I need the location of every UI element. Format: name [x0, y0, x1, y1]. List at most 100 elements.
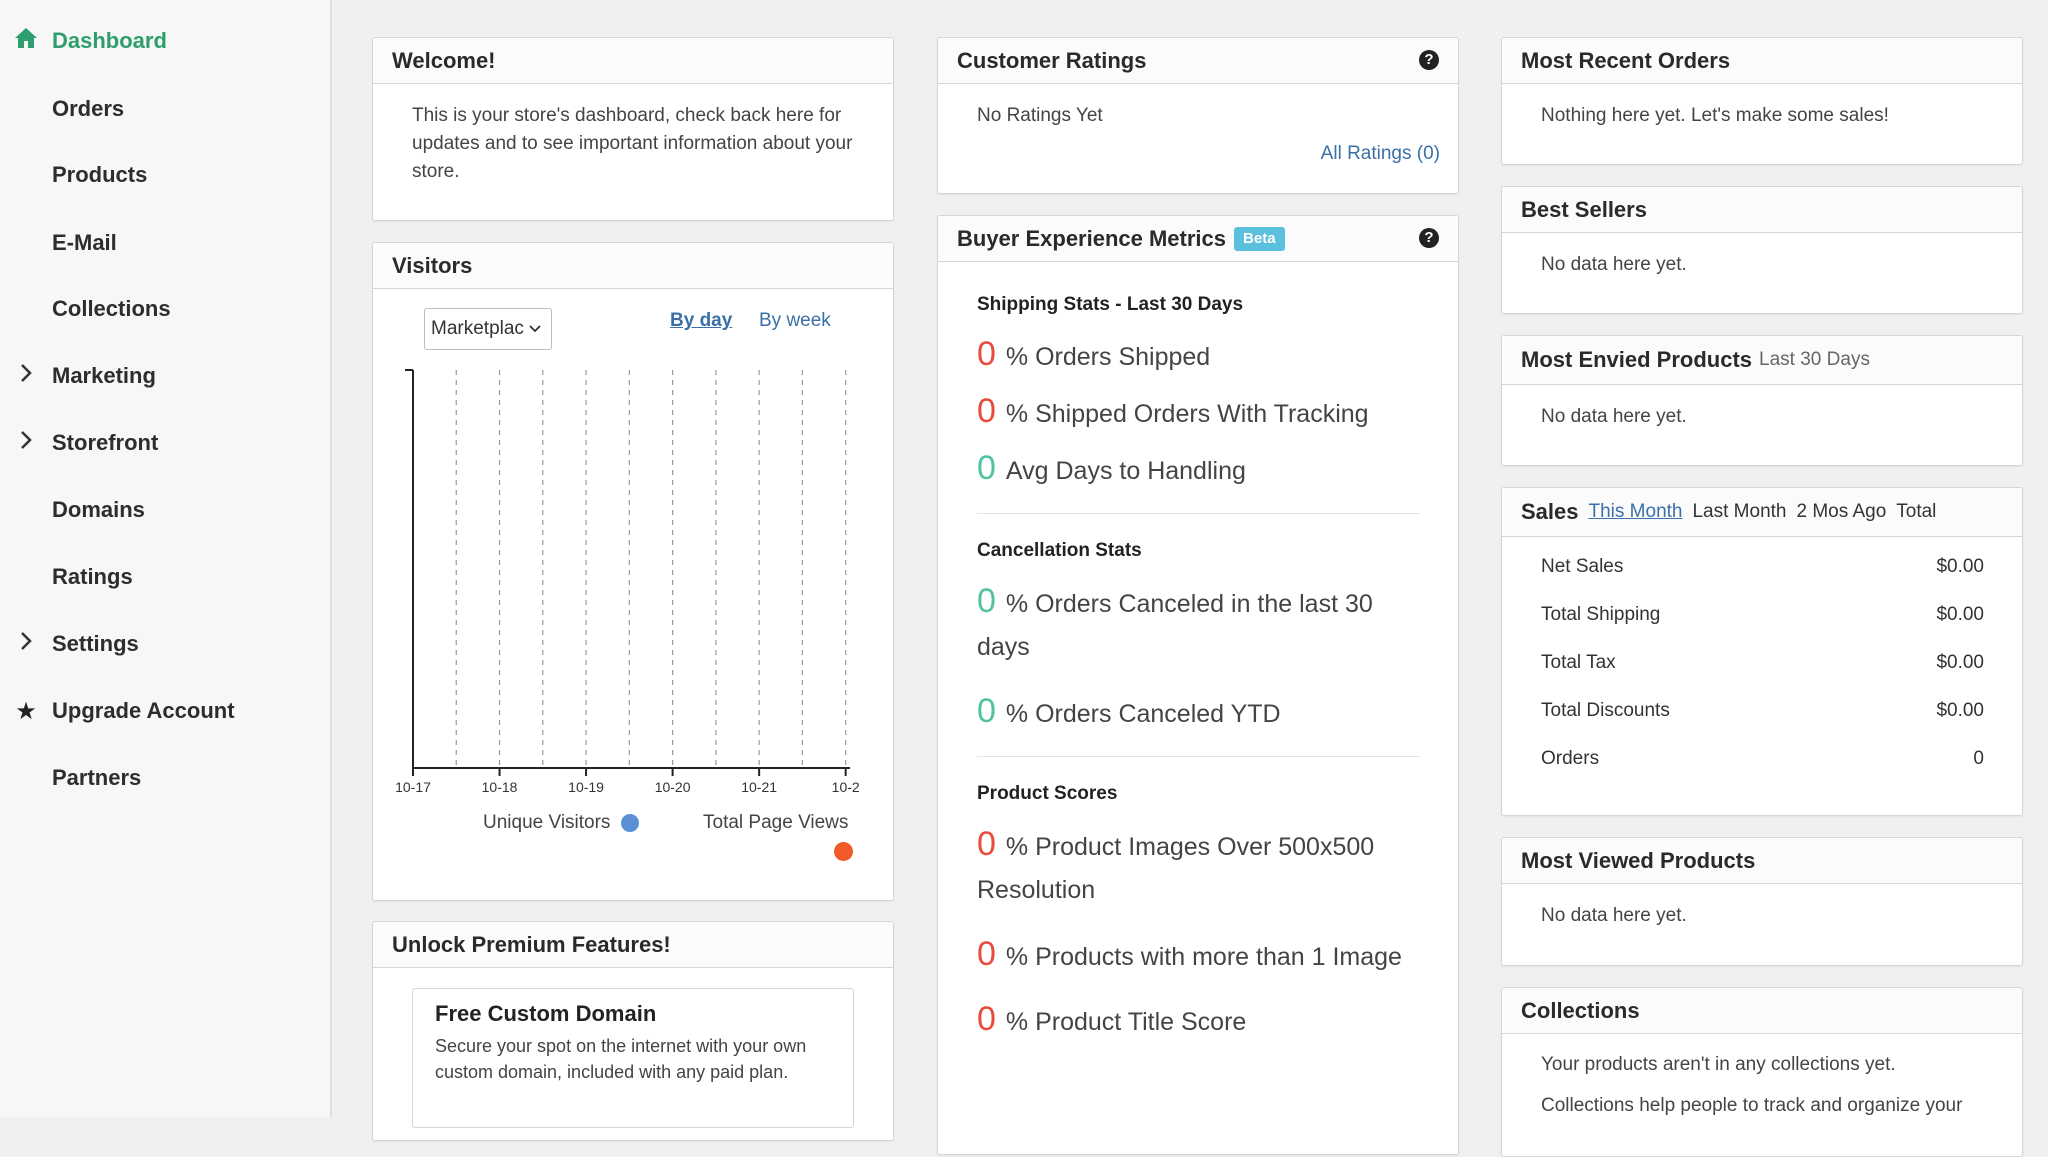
by-day-link[interactable]: By day: [670, 310, 732, 332]
sales-row-net-sales: Net Sales $0.00: [1541, 543, 1984, 591]
tab-this-month[interactable]: This Month: [1589, 501, 1683, 523]
sidebar-item-upgrade-account[interactable]: ★ Upgrade Account: [0, 686, 330, 736]
sidebar-item-products[interactable]: Products: [0, 150, 330, 200]
panel-title: Most Viewed Products: [1502, 838, 2022, 884]
metric-label: % Shipped Orders With Tracking: [1005, 400, 1369, 428]
sales-label: Total Shipping: [1541, 604, 1661, 625]
panel-header: Buyer Experience Metrics Beta ?: [938, 216, 1458, 262]
most-viewed-panel: Most Viewed Products No data here yet.: [1501, 837, 2023, 966]
marketplace-select[interactable]: Marketplac: [424, 308, 552, 350]
metric-label: Avg Days to Handling: [1005, 457, 1246, 485]
sidebar-item-label: Collections: [52, 296, 171, 321]
chart-x-tick-label: 10-21: [741, 779, 777, 795]
panel-subtitle: Last 30 Days: [1759, 349, 1870, 370]
metric-product-images-resolution: 0% Product Images Over 500x500 Resolutio…: [977, 823, 1420, 912]
sidebar-item-ratings[interactable]: Ratings: [0, 552, 330, 602]
collections-text: Your products aren't in any collections …: [1502, 1034, 2022, 1126]
metric-label: % Orders Canceled in the last 30 days: [977, 590, 1373, 661]
chevron-right-icon: [13, 429, 39, 457]
recent-orders-panel: Most Recent Orders Nothing here yet. Let…: [1501, 37, 2023, 165]
collections-text-line: Collections help people to track and org…: [1541, 1095, 1963, 1116]
metric-avg-days-handling: 0 Avg Days to Handling: [977, 448, 1420, 491]
sales-label: Orders: [1541, 748, 1600, 769]
metric-label: % Orders Canceled YTD: [1005, 700, 1281, 728]
metric-value: 0: [977, 825, 996, 863]
metric-shipped-with-tracking: 0 % Shipped Orders With Tracking: [977, 391, 1420, 434]
metric-value: 0: [977, 335, 996, 373]
by-week-link[interactable]: By week: [759, 310, 831, 332]
chart-x-tick-label: 10-19: [568, 779, 604, 795]
sidebar-item-label: E-Mail: [52, 230, 117, 255]
sales-value: 0: [1973, 748, 1984, 769]
panel-title: Most Recent Orders: [1502, 38, 2022, 84]
metric-canceled-ytd: 0 % Orders Canceled YTD: [977, 691, 1420, 734]
panel-header: Sales This Month Last Month 2 Mos Ago To…: [1502, 488, 2022, 537]
sidebar-item-domains[interactable]: Domains: [0, 485, 330, 535]
metric-canceled-30-days: 0% Orders Canceled in the last 30 days: [977, 580, 1420, 669]
all-ratings-link[interactable]: All Ratings (0): [1321, 143, 1440, 165]
sidebar-item-label: Storefront: [52, 430, 159, 455]
sales-row-total-tax: Total Tax $0.00: [1541, 639, 1984, 687]
tab-2-mos-ago[interactable]: 2 Mos Ago: [1796, 501, 1886, 523]
divider: [977, 756, 1420, 757]
best-sellers-text: No data here yet.: [1541, 254, 1687, 275]
beta-badge: Beta: [1234, 226, 1285, 251]
sales-value: $0.00: [1936, 556, 1984, 577]
help-icon[interactable]: ?: [1419, 50, 1439, 70]
customer-ratings-panel: Customer Ratings ? No Ratings Yet All Ra…: [937, 37, 1459, 194]
sales-label: Total Discounts: [1541, 700, 1670, 721]
most-viewed-text: No data here yet.: [1541, 905, 1687, 926]
sidebar-item-storefront[interactable]: Storefront: [0, 418, 330, 468]
metric-value: 0: [977, 692, 996, 730]
most-envied-panel: Most Envied Products Last 30 Days No dat…: [1501, 335, 2023, 466]
metric-value: 0: [977, 1000, 996, 1038]
sidebar-item-label: Ratings: [52, 564, 133, 589]
sales-row-total-shipping: Total Shipping $0.00: [1541, 591, 1984, 639]
divider: [977, 513, 1420, 514]
collections-text-line: Your products aren't in any collections …: [1541, 1054, 1896, 1075]
best-sellers-panel: Best Sellers No data here yet.: [1501, 186, 2023, 314]
panel-title: Unlock Premium Features!: [373, 922, 893, 968]
metric-value: 0: [977, 935, 996, 973]
sidebar-item-dashboard[interactable]: Dashboard: [0, 16, 330, 66]
panel-title: Customer Ratings: [957, 47, 1147, 73]
tab-total[interactable]: Total: [1896, 501, 1936, 523]
panel-title: Sales: [1521, 499, 1579, 524]
metric-products-multiple-images: 0 % Products with more than 1 Image: [977, 934, 1420, 977]
sales-value: $0.00: [1936, 652, 1984, 673]
metric-value: 0: [977, 582, 996, 620]
buyer-experience-panel: Buyer Experience Metrics Beta ? Shipping…: [937, 215, 1459, 1155]
visitors-chart: 10-17 10-18 10-19 10-20 10-21 10-2: [395, 369, 860, 795]
feature-card-text: Secure your spot on the internet with yo…: [435, 1036, 807, 1082]
metric-label: % Products with more than 1 Image: [1005, 943, 1402, 971]
sidebar-item-collections[interactable]: Collections: [0, 284, 330, 334]
tab-last-month[interactable]: Last Month: [1692, 501, 1786, 523]
cancellation-stats-heading: Cancellation Stats: [977, 540, 1142, 561]
feature-card-custom-domain[interactable]: Free Custom Domain Secure your spot on t…: [412, 988, 854, 1128]
sales-value: $0.00: [1936, 604, 1984, 625]
chart-x-tick-label: 10-20: [655, 779, 691, 795]
feature-card-title: Free Custom Domain: [435, 1001, 657, 1026]
sidebar-item-marketing[interactable]: Marketing: [0, 351, 330, 401]
product-scores-heading: Product Scores: [977, 783, 1118, 804]
panel-header: Customer Ratings ?: [938, 38, 1458, 84]
collections-panel: Collections Your products aren't in any …: [1501, 987, 2023, 1157]
welcome-panel: Welcome! This is your store's dashboard,…: [372, 37, 894, 221]
sidebar-item-settings[interactable]: Settings: [0, 619, 330, 669]
chart-x-tick-label: 10-18: [482, 779, 518, 795]
help-icon[interactable]: ?: [1419, 228, 1439, 248]
panel-title: Best Sellers: [1502, 187, 2022, 233]
home-icon: [13, 27, 39, 55]
sidebar-item-label: Orders: [52, 96, 125, 121]
sidebar-item-orders[interactable]: Orders: [0, 84, 330, 134]
chart-x-tick-label: 10-17: [395, 779, 431, 795]
sidebar-item-label: Dashboard: [52, 28, 167, 53]
chevron-right-icon: [13, 362, 39, 390]
ratings-empty-text: No Ratings Yet: [977, 105, 1103, 126]
sidebar-item-label: Marketing: [52, 363, 156, 388]
sales-panel: Sales This Month Last Month 2 Mos Ago To…: [1501, 487, 2023, 816]
sidebar-item-partners[interactable]: Partners: [0, 753, 330, 803]
panel-title: Buyer Experience Metrics: [957, 225, 1227, 251]
sidebar-item-email[interactable]: E-Mail: [0, 218, 330, 268]
legend-total-page-views: Total Page Views: [703, 812, 849, 833]
